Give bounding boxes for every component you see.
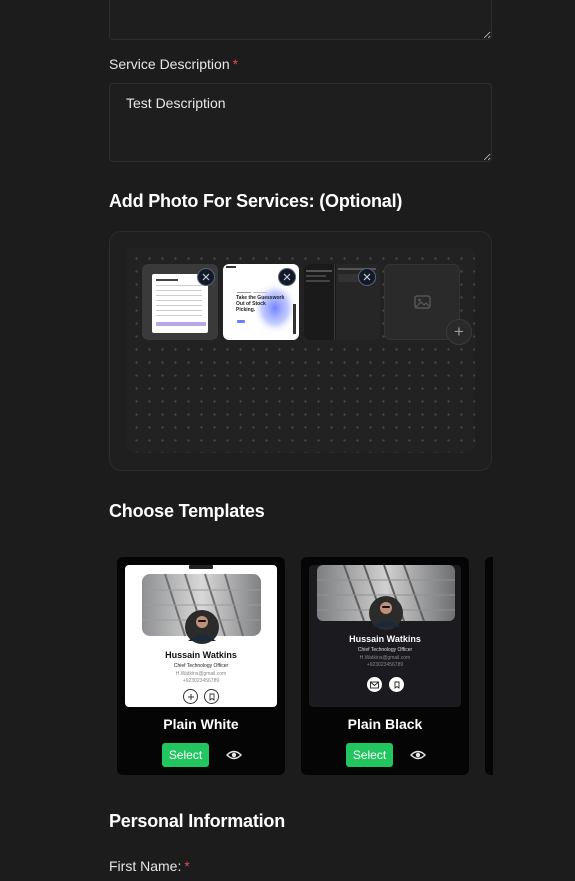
first-name-label: First Name: * [109, 858, 190, 874]
photo-dropzone[interactable]: Take the Guesswork Out of Stock Picking.… [126, 248, 475, 453]
bookmark-icon [389, 677, 404, 692]
mail-icon [367, 677, 382, 692]
preview-phone: +923023456789 [366, 662, 404, 668]
select-template-button[interactable]: Select [162, 743, 209, 767]
preview-person-name: Hussain Watkins [349, 634, 421, 644]
photo-2-headline: Take the Guesswork Out of Stock Picking. [236, 295, 285, 313]
preview-person-name: Hussain Watkins [165, 650, 237, 660]
template-white-art [142, 565, 261, 644]
template-card-plain-white[interactable]: Hussain Watkins Chief Technology Officer… [117, 557, 285, 775]
remove-photo-1-button[interactable] [197, 268, 215, 286]
previous-textarea[interactable] [109, 0, 492, 40]
preview-phone: +923023456789 [182, 678, 220, 684]
preview-email: H.Watkins@gmail.com [175, 671, 227, 677]
service-description-label-text: Service Description [109, 56, 230, 72]
required-mark: * [184, 858, 190, 874]
eye-icon[interactable] [226, 748, 242, 762]
eye-icon[interactable] [410, 748, 426, 762]
add-photo-button[interactable]: + [446, 319, 472, 345]
remove-photo-2-button[interactable] [278, 268, 296, 286]
preview-role: Chief Technology Officer [173, 663, 229, 669]
close-icon [283, 273, 291, 281]
close-icon [202, 273, 210, 281]
template-preview-black: Hussain Watkins Chief Technology Officer… [309, 565, 461, 707]
preview-role: Chief Technology Officer [357, 647, 413, 653]
choose-templates-title: Choose Templates [109, 501, 265, 521]
plus-icon: + [454, 322, 464, 341]
select-template-button[interactable]: Select [346, 743, 393, 767]
personal-info-title: Personal Information [109, 811, 286, 831]
preview-email: H.Watkins@gmail.com [359, 655, 411, 661]
template-preview-white: Hussain Watkins Chief Technology Officer… [125, 565, 277, 707]
template-name: Plain Black [347, 716, 423, 732]
template-card-plain-black[interactable]: Hussain Watkins Chief Technology Officer… [301, 557, 469, 775]
close-icon [363, 273, 371, 281]
add-photo-title: Add Photo For Services: (Optional) [109, 191, 403, 211]
required-mark: * [232, 56, 239, 72]
service-description-label: Service Description * [109, 56, 238, 72]
template-name: Plain White [163, 716, 239, 732]
add-contact-icon [183, 689, 198, 704]
service-description-textarea[interactable] [109, 83, 492, 162]
first-name-label-text: First Name: [109, 858, 182, 874]
remove-photo-3-button[interactable] [358, 268, 376, 286]
template-card-partial[interactable] [485, 557, 493, 775]
bookmark-icon [204, 689, 219, 704]
